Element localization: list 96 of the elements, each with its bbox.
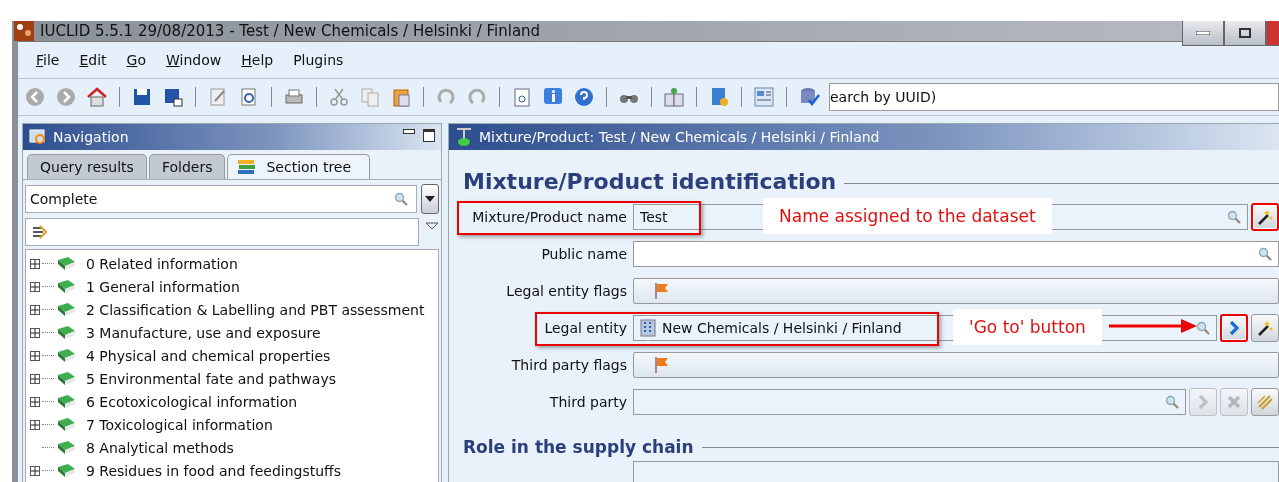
annotation-tooltip: 'Go to' button <box>953 309 1102 345</box>
expand-icon[interactable] <box>30 373 40 384</box>
filter-field[interactable] <box>25 218 419 246</box>
flag-icon <box>654 356 670 374</box>
search-icon[interactable] <box>1258 247 1272 261</box>
reference-field[interactable] <box>633 389 1186 415</box>
expand-icon[interactable] <box>30 258 40 269</box>
save-close-icon[interactable] <box>162 86 184 108</box>
expand-icon[interactable] <box>30 304 40 315</box>
document-info-icon[interactable] <box>511 86 533 108</box>
section-heading: Mixture/Product identification <box>463 169 837 194</box>
book-icon <box>56 439 76 456</box>
field-label: Third party flags <box>510 357 628 373</box>
flags-field[interactable] <box>633 278 1279 304</box>
navigation-title: Navigation <box>53 129 129 145</box>
section-heading: Role in the supply chain <box>463 437 694 457</box>
expand-icon[interactable] <box>30 281 40 292</box>
book-icon <box>56 393 76 410</box>
forward-icon[interactable] <box>55 86 77 108</box>
book-icon <box>56 255 76 272</box>
home-icon[interactable] <box>86 86 108 108</box>
input-field[interactable] <box>633 461 1279 482</box>
book-icon <box>56 416 76 433</box>
menu-item[interactable]: Plugins <box>283 52 354 68</box>
filter-icon <box>32 224 48 240</box>
expand-icon[interactable] <box>30 396 40 407</box>
tree-item[interactable]: 8 Analytical methods <box>86 439 234 456</box>
book-icon <box>56 324 76 341</box>
expand-icon[interactable] <box>30 327 40 338</box>
book-icon <box>56 462 76 479</box>
field-label: Public name <box>540 246 628 262</box>
search-icon[interactable] <box>1196 321 1210 335</box>
tree-item[interactable]: 4 Physical and chemical properties <box>86 347 331 364</box>
documents-icon[interactable] <box>663 86 685 108</box>
navigation-icon <box>29 128 47 146</box>
maximize-button[interactable] <box>1224 21 1266 46</box>
wand-button[interactable] <box>1251 203 1279 231</box>
field-label: Third party <box>548 394 628 410</box>
tree-item[interactable]: 2 Classification & Labelling and PBT assessment <box>86 301 425 318</box>
caret-icon <box>425 196 435 202</box>
maximize-icon[interactable] <box>423 129 435 142</box>
search-icon[interactable] <box>394 192 408 206</box>
save-icon[interactable] <box>131 86 153 108</box>
flags-field[interactable] <box>633 352 1279 378</box>
paste-icon[interactable] <box>390 86 412 108</box>
tree-item[interactable]: 3 Manufacture, use and exposure <box>86 324 321 341</box>
dropdown-button[interactable] <box>421 184 439 214</box>
navigation-tab[interactable]: Query results <box>27 154 147 179</box>
tree-item[interactable]: 7 Toxicological information <box>86 416 273 433</box>
building-icon <box>640 319 656 337</box>
view-combo[interactable]: Complete <box>25 185 417 213</box>
menu-item[interactable]: Edit <box>69 52 117 68</box>
menu-item[interactable]: Help <box>231 52 284 68</box>
minimize-icon[interactable] <box>403 129 415 135</box>
dropdown-icon[interactable] <box>425 222 439 230</box>
book-icon <box>56 278 76 295</box>
tree-item[interactable]: 6 Ecotoxicological information <box>86 393 298 410</box>
window-title: IUCLID 5.5.1 29/08/2013 - Test / New Chemicals / Helsinki / Finland <box>40 22 541 40</box>
tree-item[interactable]: 5 Environmental fate and pathways <box>86 370 336 387</box>
tree-item[interactable]: 1 General information <box>86 278 240 295</box>
text-field[interactable] <box>633 241 1279 267</box>
book-icon <box>56 370 76 387</box>
editor-title: Mixture/Product: Test / New Chemicals / Helsinki / Finland <box>479 129 880 145</box>
minimize-icon <box>1196 31 1210 35</box>
help-icon[interactable] <box>573 86 595 108</box>
book-icon <box>56 347 76 364</box>
chain-icon <box>1255 392 1275 412</box>
tree-item[interactable]: 9 Residues in food and feedingstuffs <box>86 462 342 479</box>
minimize-button[interactable] <box>1182 21 1224 46</box>
field-label: Legal entity <box>543 320 628 336</box>
tree-item[interactable]: 0 Related information <box>86 255 238 272</box>
app-logo-icon <box>14 21 34 41</box>
flag-icon <box>654 282 670 300</box>
search-icon[interactable] <box>1227 210 1241 224</box>
search-icon[interactable] <box>1165 395 1179 409</box>
field-label: Legal entity flags <box>505 283 628 299</box>
menu-item[interactable]: File <box>26 52 70 68</box>
maximize-icon <box>1239 28 1251 38</box>
link-button[interactable] <box>1251 388 1279 416</box>
menu-item[interactable]: Window <box>156 52 232 68</box>
field-label: Mixture/Product name <box>471 209 628 225</box>
database-check-icon[interactable] <box>798 86 820 108</box>
menu-item[interactable]: Go <box>116 52 156 68</box>
back-icon[interactable] <box>24 86 46 108</box>
report-icon[interactable] <box>753 86 775 108</box>
expand-icon[interactable] <box>30 350 40 361</box>
wand-button[interactable] <box>1251 314 1279 342</box>
expand-icon[interactable] <box>30 419 40 430</box>
expand-icon[interactable] <box>30 465 40 476</box>
go-to-button[interactable] <box>1220 314 1248 342</box>
cut-icon[interactable] <box>328 86 350 108</box>
book-icon <box>56 301 76 318</box>
annotation-tooltip: Name assigned to the dataset <box>763 198 1052 234</box>
navigation-tab[interactable]: Section tree <box>227 154 371 179</box>
uuid-search-field[interactable]: earch by UUID) <box>829 83 1279 111</box>
navigation-tab[interactable]: Folders <box>148 154 226 179</box>
